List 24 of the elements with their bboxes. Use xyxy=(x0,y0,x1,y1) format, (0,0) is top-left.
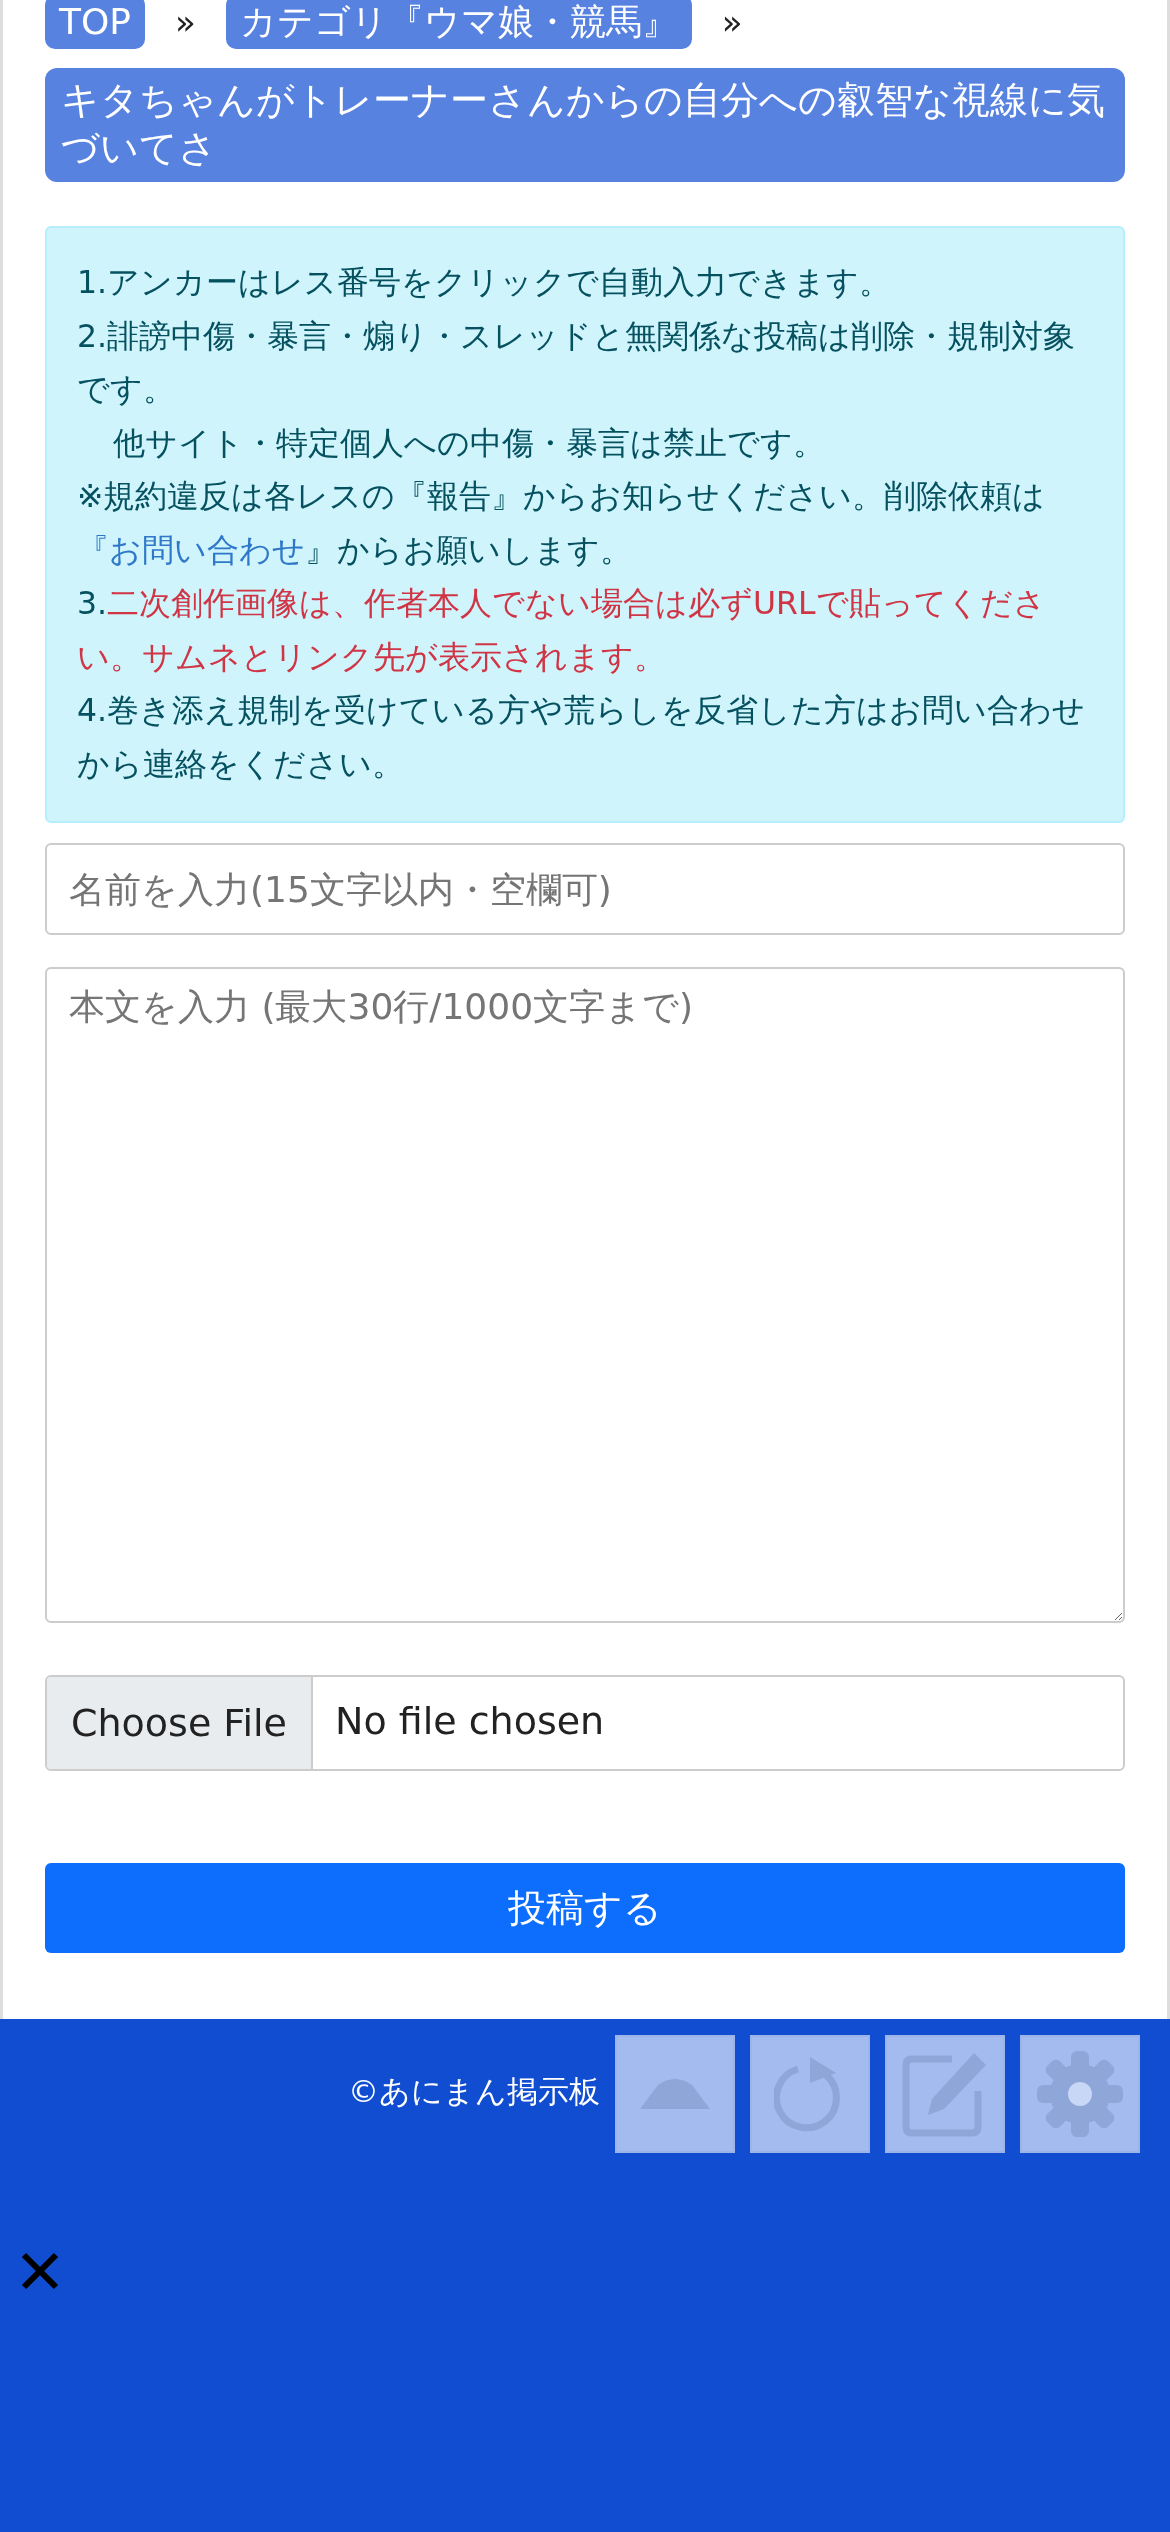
body-field[interactable]: 本文を入力 (最大30行/1000文字まで) xyxy=(45,967,1125,1623)
notice-text: 3.二次創作画像は、作者本人でない場合は必ずURLで貼ってください。サムネとリンク先が表示されます。 xyxy=(77,584,1047,677)
breadcrumb-separator: » xyxy=(175,1,196,44)
copyright-text: ©あにまん掲示板 xyxy=(347,2072,600,2111)
close-icon[interactable] xyxy=(20,2251,60,2291)
settings-button[interactable] xyxy=(1020,2035,1140,2153)
file-status: No file chosen xyxy=(333,1698,605,1745)
breadcrumb-link[interactable]: カテゴリ『ウマ娘・競馬』 xyxy=(225,0,692,49)
notice-text: 2.誹謗中傷・暴言・煽り・スレッドと無関係な投稿は削除・規制対象です。 xyxy=(77,316,1077,409)
notice-text: 1.アンカーはレス番号をクリックで自動入力できます。 xyxy=(77,263,893,302)
notice-text: ※規約違反は各レスの『報告』からお知らせください。削除依頼は 『お問い合わせ』からお願いします。 xyxy=(77,477,1047,570)
settings-icon xyxy=(1037,2051,1123,2137)
submit-button[interactable]: 投稿する xyxy=(45,1863,1125,1953)
notice-text: 他サイト・特定個人への中傷・暴言は禁止です。 xyxy=(112,423,826,463)
scroll-up-button[interactable] xyxy=(615,2035,735,2153)
breadcrumb-link[interactable]: TOP xyxy=(45,0,146,49)
breadcrumb-separator: » xyxy=(721,1,743,44)
compose-button[interactable] xyxy=(885,2035,1005,2153)
contact-link[interactable]: 『お問い合わせ xyxy=(77,531,305,568)
reload-button[interactable] xyxy=(750,2035,870,2153)
thread-title: キタちゃんがトレーナーさんからの自分への叡智な視線に気づいてさ xyxy=(45,68,1125,182)
notice-text: 4.巻き添え規制を受けている方や荒らしを反省した方はお問い合わせから連絡をください。 xyxy=(77,691,1087,784)
choose-file-button[interactable]: Choose File xyxy=(47,1677,313,1769)
name-field[interactable]: 名前を入力(15文字以内・空欄可) xyxy=(45,843,1125,935)
